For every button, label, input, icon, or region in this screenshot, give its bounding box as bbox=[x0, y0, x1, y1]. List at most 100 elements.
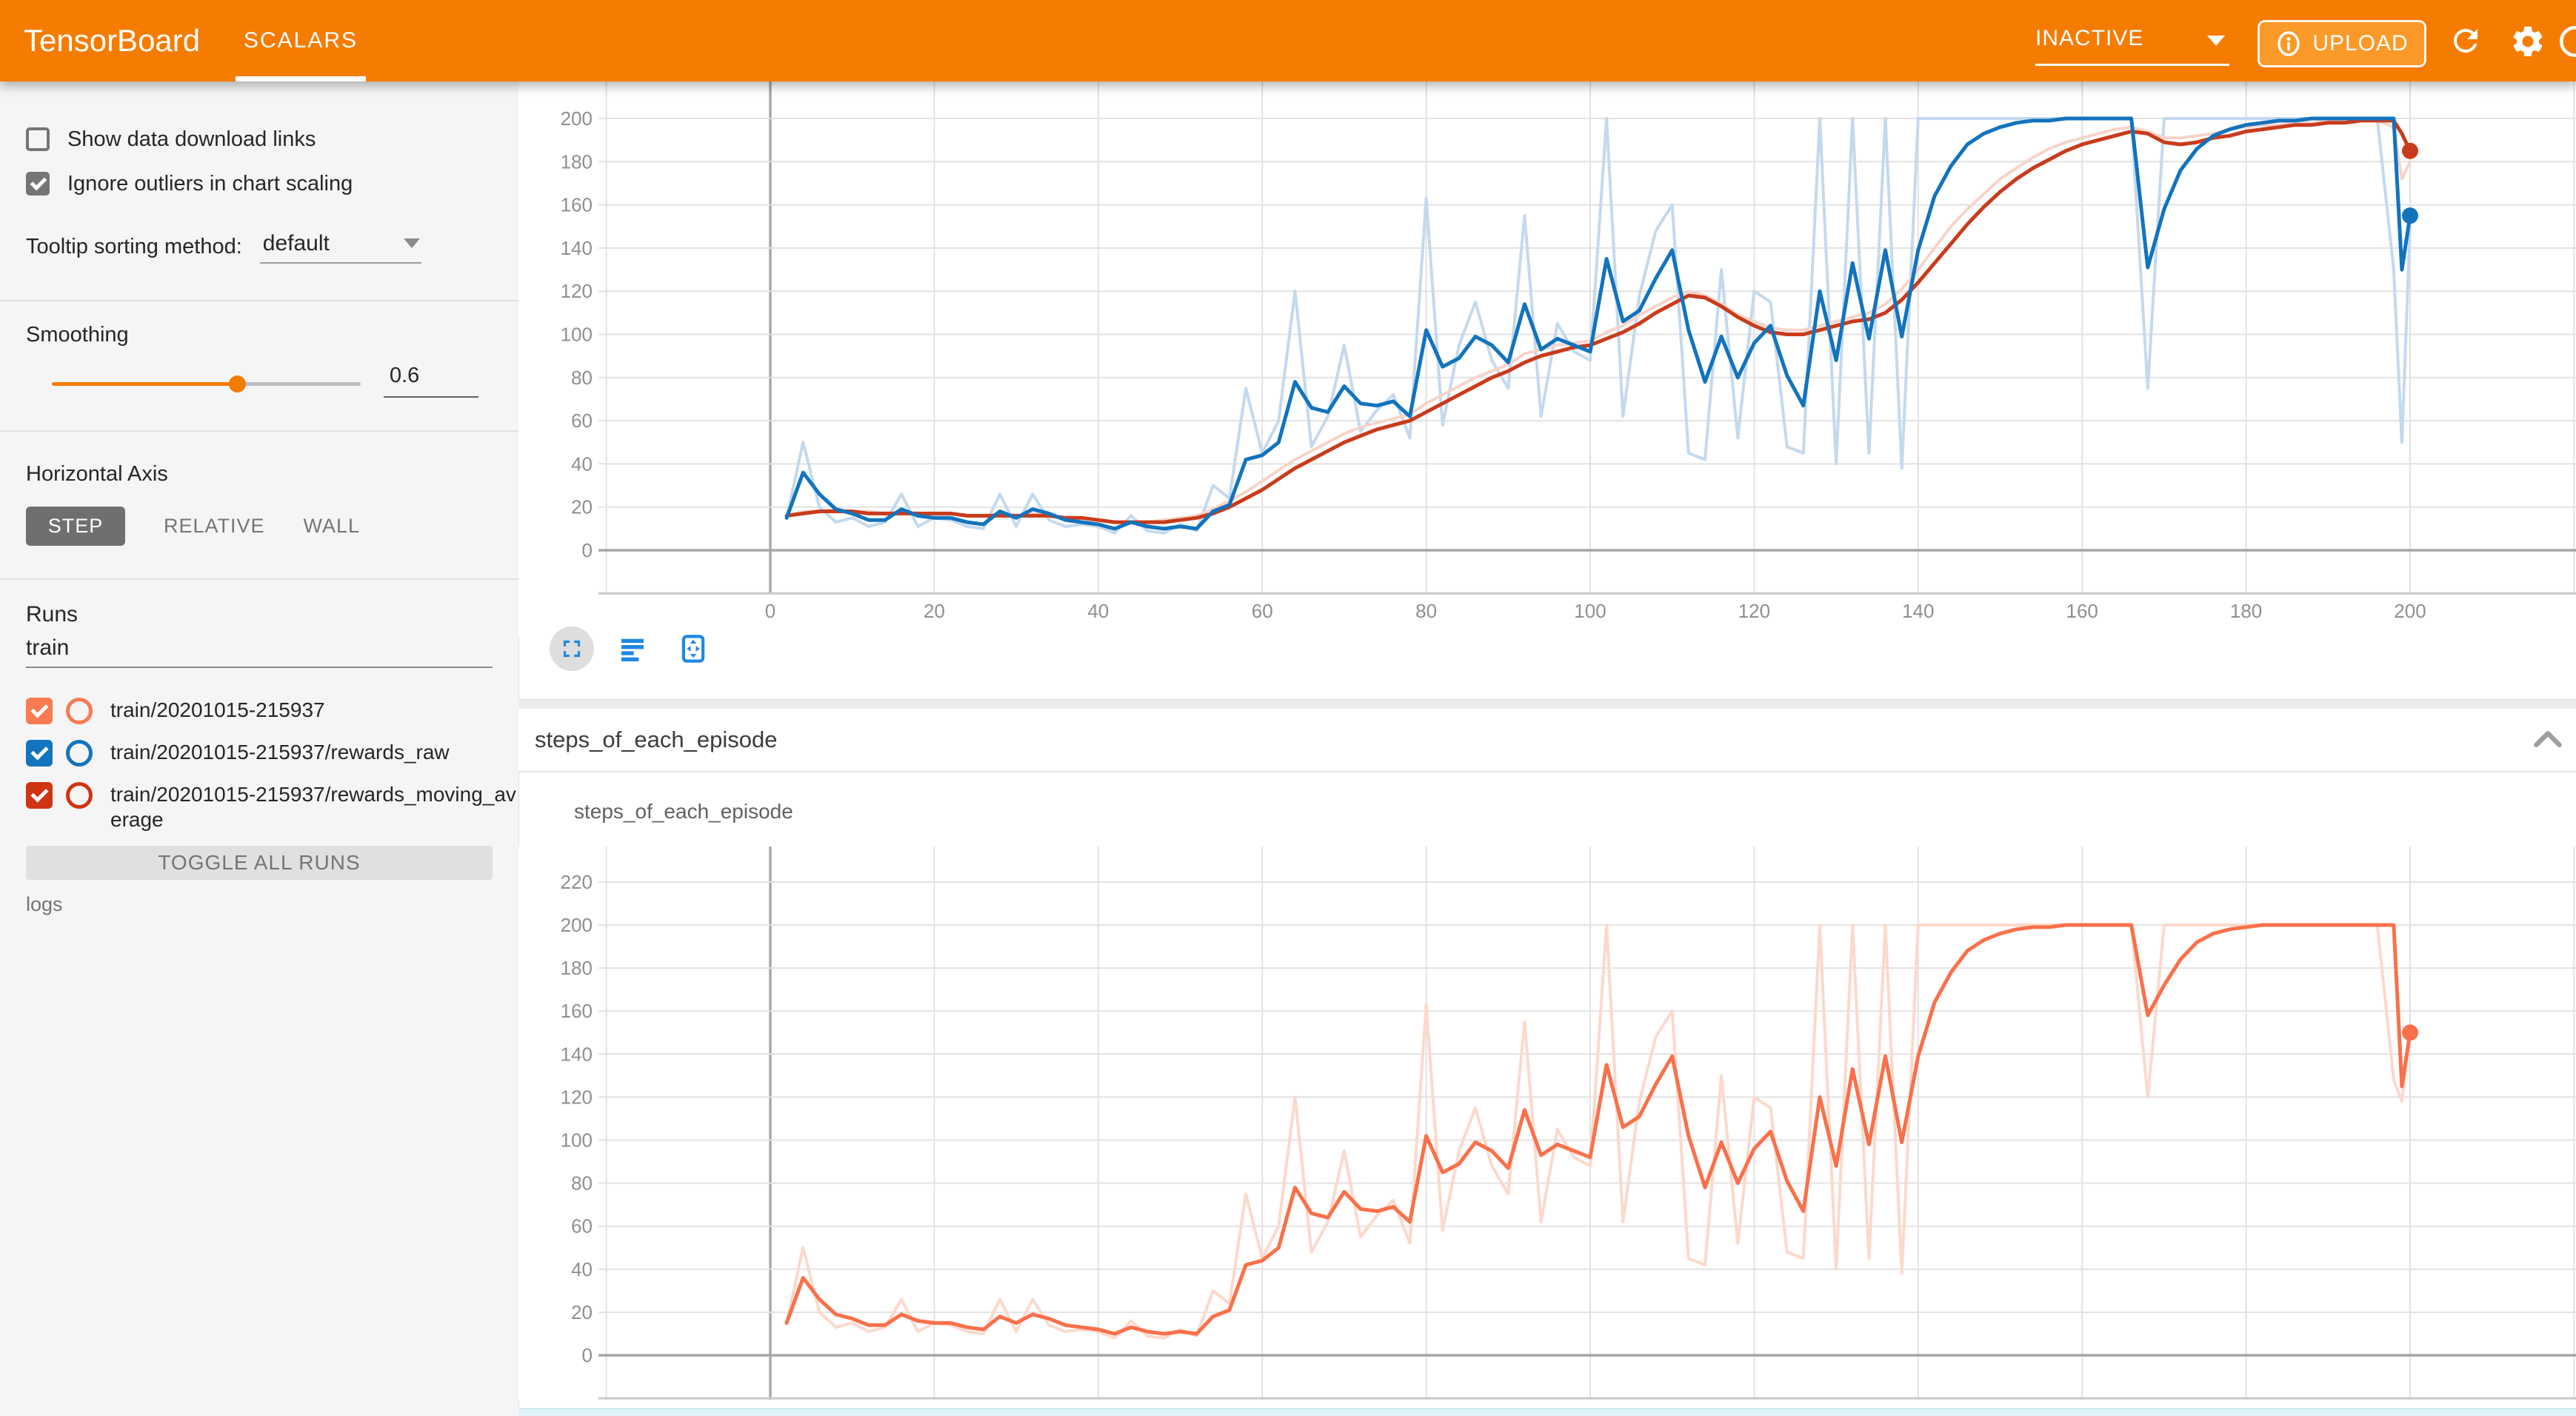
svg-text:180: 180 bbox=[561, 150, 593, 173]
runs-heading-row: Runs bbox=[26, 600, 78, 629]
section-header-steps-of-each-episode[interactable]: steps_of_each_episode bbox=[518, 709, 2576, 772]
svg-text:200: 200 bbox=[2394, 600, 2426, 622]
axis-wall-button[interactable]: WALL bbox=[304, 515, 361, 538]
svg-text:0: 0 bbox=[765, 600, 775, 622]
tensorboard-app: TensorBoard SCALARS INACTIVE UPLOAD bbox=[0, 0, 2576, 1416]
svg-text:60: 60 bbox=[1252, 600, 1273, 622]
svg-text:0: 0 bbox=[582, 1344, 593, 1366]
run-row[interactable]: train/20201015-215937/rewards_moving_ave… bbox=[26, 782, 525, 832]
svg-text:220: 220 bbox=[561, 871, 593, 893]
settings-sidebar: Show data download links Ignore outliers… bbox=[0, 81, 519, 1416]
svg-text:140: 140 bbox=[561, 237, 593, 259]
svg-text:160: 160 bbox=[561, 1000, 593, 1022]
svg-text:60: 60 bbox=[571, 1215, 593, 1238]
svg-text:140: 140 bbox=[1902, 600, 1934, 622]
svg-text:20: 20 bbox=[924, 600, 945, 622]
svg-text:0: 0 bbox=[582, 539, 593, 561]
app-title: TensorBoard bbox=[24, 0, 200, 81]
smoothing-slider[interactable] bbox=[52, 382, 361, 386]
svg-text:100: 100 bbox=[561, 324, 593, 346]
show-download-links-row[interactable]: Show data download links bbox=[26, 123, 316, 156]
app-header: TensorBoard SCALARS INACTIVE UPLOAD bbox=[0, 0, 2576, 81]
smoothing-label: Smoothing bbox=[26, 323, 129, 347]
status-dropdown[interactable]: INACTIVE bbox=[2035, 16, 2229, 66]
tab-active-indicator bbox=[236, 76, 366, 81]
svg-text:140: 140 bbox=[561, 1043, 593, 1065]
chart-card-title: steps_of_each_episode bbox=[574, 800, 793, 824]
divider bbox=[0, 430, 518, 432]
steps-chart-plot[interactable]: 0 20 40 60 80 100 120 140 160 180 200 220 bbox=[518, 846, 2576, 1400]
svg-text:160: 160 bbox=[2066, 600, 2098, 622]
run-color-radio[interactable] bbox=[66, 698, 93, 724]
svg-text:80: 80 bbox=[571, 367, 593, 389]
run-checkbox[interactable] bbox=[26, 740, 53, 767]
run-label: train/20201015-215937/rewards_raw bbox=[110, 740, 525, 765]
run-color-radio[interactable] bbox=[66, 740, 93, 767]
run-label: train/20201015-215937/rewards_moving_ave… bbox=[110, 782, 525, 832]
divider bbox=[0, 300, 518, 301]
svg-text:40: 40 bbox=[1087, 600, 1109, 622]
section-title: steps_of_each_episode bbox=[535, 709, 777, 771]
data-table-icon[interactable] bbox=[610, 627, 655, 671]
svg-text:60: 60 bbox=[571, 410, 593, 432]
chart-toolbar bbox=[550, 627, 715, 671]
svg-text:200: 200 bbox=[561, 914, 593, 936]
svg-text:40: 40 bbox=[571, 1258, 593, 1280]
run-color-radio[interactable] bbox=[66, 782, 93, 809]
tab-scalars[interactable]: SCALARS bbox=[236, 0, 366, 81]
status-label: INACTIVE bbox=[2035, 26, 2143, 50]
smoothing-label-row: Smoothing bbox=[26, 320, 129, 350]
checkbox-label: Ignore outliers in chart scaling bbox=[67, 172, 353, 196]
svg-text:80: 80 bbox=[571, 1172, 593, 1195]
run-row[interactable]: train/20201015-215937/rewards_raw bbox=[26, 740, 525, 767]
run-row[interactable]: train/20201015-215937 bbox=[26, 698, 525, 724]
collapse-chevron-icon[interactable] bbox=[2532, 728, 2564, 754]
svg-text:20: 20 bbox=[571, 1301, 593, 1323]
expand-chart-icon[interactable] bbox=[550, 627, 594, 671]
upload-button[interactable]: UPLOAD bbox=[2258, 20, 2426, 67]
bottom-scroll-strip[interactable] bbox=[518, 1408, 2576, 1416]
svg-text:40: 40 bbox=[571, 452, 593, 475]
help-icon[interactable] bbox=[2557, 23, 2576, 64]
run-checkbox[interactable] bbox=[26, 698, 53, 724]
svg-text:120: 120 bbox=[1738, 600, 1770, 622]
horizontal-axis-label-row: Horizontal Axis bbox=[26, 459, 168, 489]
axis-relative-button[interactable]: RELATIVE bbox=[164, 515, 265, 538]
runs-filter-input[interactable]: train bbox=[26, 635, 493, 668]
svg-text:120: 120 bbox=[561, 1086, 593, 1108]
svg-text:180: 180 bbox=[561, 957, 593, 979]
tooltip-sorting-select[interactable]: default bbox=[260, 230, 421, 264]
smoothing-slider-fill bbox=[52, 382, 237, 386]
fit-domain-icon[interactable] bbox=[671, 627, 715, 671]
info-icon bbox=[2275, 30, 2302, 57]
svg-text:200: 200 bbox=[561, 107, 593, 130]
smoothing-slider-thumb[interactable] bbox=[229, 375, 246, 393]
run-label: train/20201015-215937 bbox=[110, 698, 525, 723]
refresh-icon[interactable] bbox=[2448, 23, 2483, 62]
horizontal-axis-label: Horizontal Axis bbox=[26, 462, 168, 487]
divider bbox=[0, 578, 518, 580]
logs-label: logs bbox=[26, 893, 63, 916]
tooltip-sorting-label: Tooltip sorting method: bbox=[26, 235, 242, 259]
settings-icon[interactable] bbox=[2509, 23, 2546, 64]
svg-text:100: 100 bbox=[1574, 600, 1606, 622]
svg-text:20: 20 bbox=[571, 496, 593, 518]
svg-text:100: 100 bbox=[561, 1129, 593, 1152]
ignore-outliers-checkbox[interactable] bbox=[26, 172, 50, 196]
axis-step-button[interactable]: STEP bbox=[26, 507, 125, 546]
toggle-all-runs-button[interactable]: TOGGLE ALL RUNS bbox=[26, 846, 493, 880]
svg-text:120: 120 bbox=[561, 280, 593, 302]
chevron-down-icon bbox=[2207, 36, 2225, 46]
run-checkbox[interactable] bbox=[26, 782, 53, 809]
tooltip-sorting-row: Tooltip sorting method: default bbox=[26, 227, 421, 267]
tab-label: SCALARS bbox=[244, 28, 358, 53]
svg-text:160: 160 bbox=[561, 194, 593, 216]
rewards-chart-plot[interactable]: 0 20 40 60 80 100 120 140 160 180 200 0 20 40 60 80 100 1… bbox=[518, 81, 2576, 637]
show-download-links-checkbox[interactable] bbox=[26, 127, 50, 151]
upload-label: UPLOAD bbox=[2312, 31, 2408, 56]
smoothing-value-field[interactable]: 0.6 bbox=[384, 364, 478, 398]
horizontal-axis-toggle: STEP RELATIVE WALL bbox=[26, 507, 360, 546]
chevron-down-icon bbox=[404, 238, 420, 248]
ignore-outliers-row[interactable]: Ignore outliers in chart scaling bbox=[26, 167, 353, 200]
svg-text:80: 80 bbox=[1415, 600, 1437, 622]
